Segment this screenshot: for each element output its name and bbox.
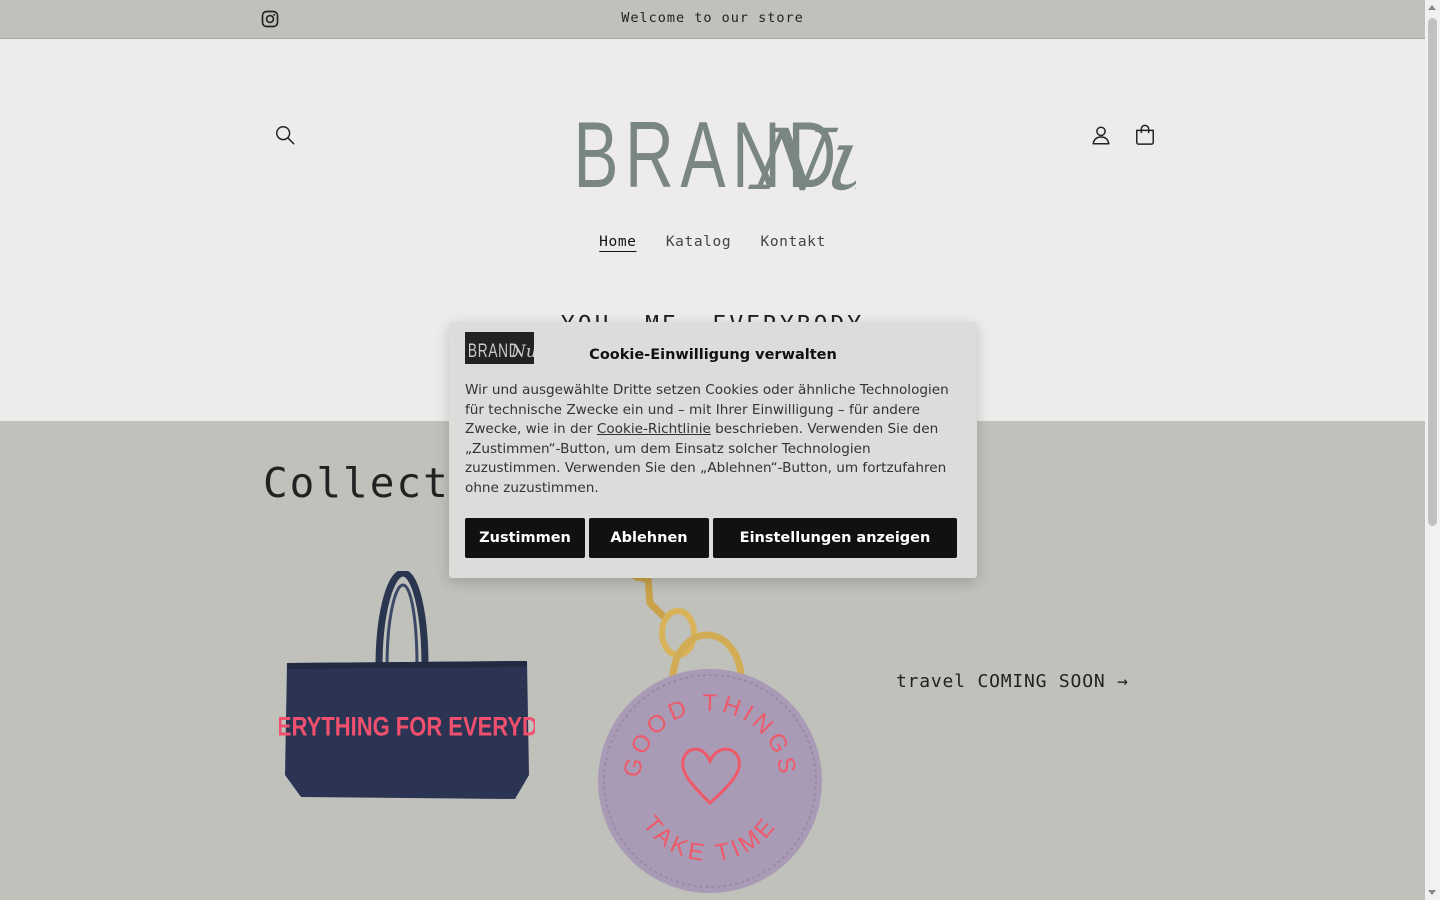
announcement-bar: Welcome to our store — [0, 0, 1425, 39]
cookie-consent-dialog: BRAND Nu Cookie-Einwilligung verwalten W… — [449, 322, 977, 578]
nav-link-home[interactable]: Home — [599, 234, 636, 250]
tote-bag-collection-image[interactable]: EVERYTHING FOR EVERYDAY — [279, 571, 535, 803]
cart-icon[interactable] — [1134, 124, 1156, 146]
show-settings-button[interactable]: Einstellungen anzeigen — [713, 518, 957, 558]
travel-coming-soon-link[interactable]: travel COMING SOON → — [896, 671, 1129, 692]
scrollbar-thumb[interactable] — [1428, 18, 1437, 526]
nav-link-katalog[interactable]: Katalog — [666, 234, 731, 250]
account-icon[interactable] — [1090, 124, 1112, 146]
cookie-policy-link[interactable]: Cookie-Richtlinie — [597, 421, 711, 437]
decline-button[interactable]: Ablehnen — [589, 518, 709, 558]
scroll-up-icon[interactable] — [1428, 5, 1436, 10]
bag-print-text: EVERYTHING FOR EVERYDAY — [279, 713, 535, 742]
search-icon[interactable] — [274, 124, 296, 146]
keychain-collection-image[interactable]: GOOD THINGS TAKE TIME — [592, 571, 828, 893]
cookie-text: Wir und ausgewählte Dritte setzen Cookie… — [465, 382, 949, 496]
main-nav: Home Katalog Kontakt — [0, 234, 1425, 250]
accept-button[interactable]: Zustimmen — [465, 518, 585, 558]
page-scrollbar[interactable] — [1425, 0, 1440, 900]
nav-link-kontakt[interactable]: Kontakt — [761, 234, 826, 250]
cookie-title: Cookie-Einwilligung verwalten — [589, 347, 837, 363]
announcement-text: Welcome to our store — [621, 10, 804, 26]
scroll-down-icon[interactable] — [1428, 890, 1436, 895]
brand-logo[interactable]: BRAND Nu — [572, 74, 856, 194]
